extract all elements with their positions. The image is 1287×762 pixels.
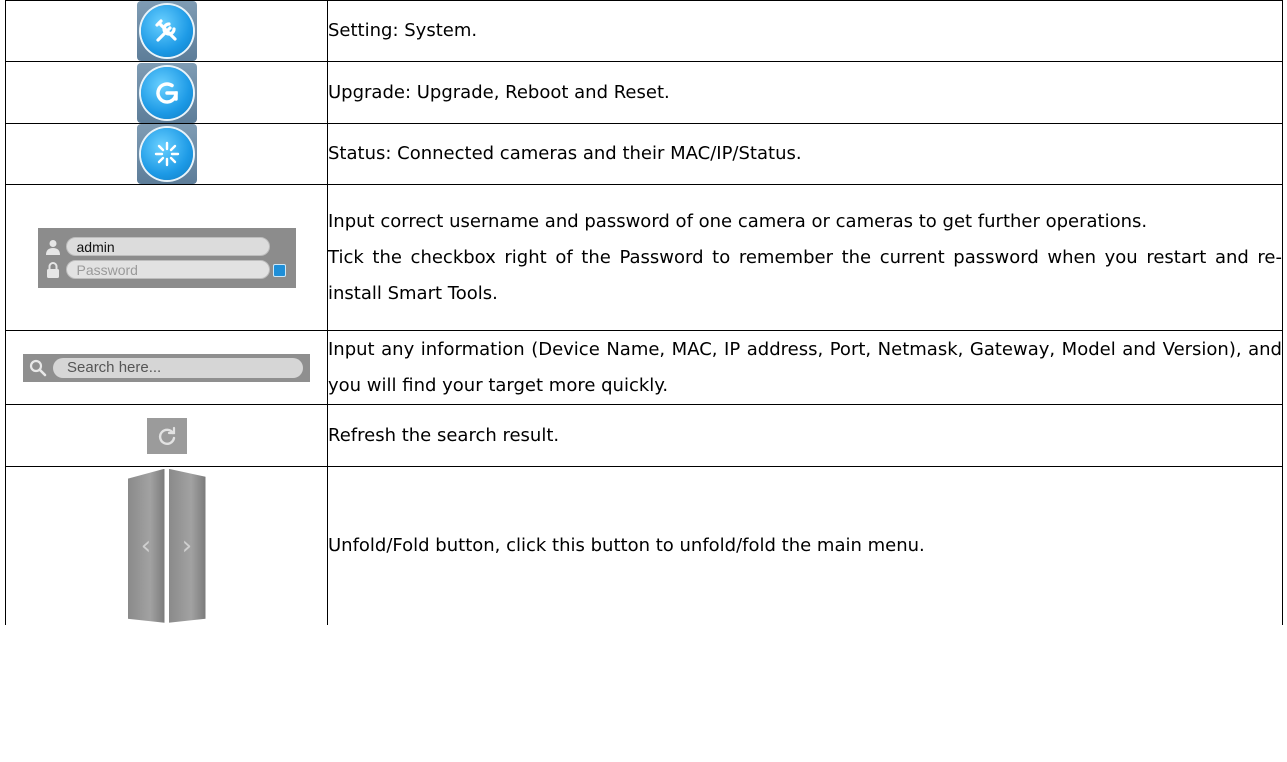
description-text: Status: Connected cameras and their MAC/… [328, 143, 802, 164]
login-widget: admin Password [37, 227, 296, 288]
user-icon [45, 239, 60, 255]
table-row: Search here... Input any information (De… [5, 330, 1283, 405]
table-row: admin Password Input correct username an… [5, 184, 1283, 331]
description-cell: Input any information (Device Name, MAC,… [327, 330, 1283, 405]
settings-button[interactable] [136, 1, 197, 61]
description-text: Setting: System. [328, 20, 478, 41]
description-text: Refresh the search result. [328, 424, 560, 446]
description-cell: Refresh the search result. [327, 404, 1283, 467]
password-input[interactable]: Password [65, 260, 270, 279]
icon-cell [5, 0, 328, 62]
search-icon [29, 359, 47, 376]
remember-password-checkbox[interactable] [272, 263, 286, 277]
table-row: ‹ › Unfold/Fold button, click this butto… [5, 466, 1283, 625]
description-cell: Upgrade: Upgrade, Reboot and Reset. [327, 61, 1283, 124]
refresh-icon [158, 426, 175, 445]
icon-cell: Search here... [5, 330, 328, 405]
tools-icon [140, 5, 193, 57]
upgrade-icon [140, 66, 193, 119]
table-row: Setting: System. [5, 0, 1283, 62]
search-widget: Search here... [23, 353, 310, 382]
table-row: Status: Connected cameras and their MAC/… [5, 123, 1283, 185]
status-icon [140, 128, 193, 180]
unfold-button[interactable]: ‹ [128, 469, 165, 623]
search-input[interactable]: Search here... [53, 357, 303, 378]
description-cell: Setting: System. [327, 0, 1283, 62]
username-input[interactable]: admin [65, 237, 270, 256]
fold-button[interactable]: › [169, 469, 206, 623]
refresh-button[interactable] [146, 417, 187, 454]
table-row: Refresh the search result. [5, 404, 1283, 467]
icon-cell: ‹ › [5, 466, 328, 625]
description-cell: Status: Connected cameras and their MAC/… [327, 123, 1283, 185]
password-row: Password [46, 259, 270, 281]
icon-cell: admin Password [5, 184, 328, 331]
description-cell: Unfold/Fold button, click this button to… [327, 466, 1283, 625]
icon-cell [5, 404, 328, 467]
table-row: Upgrade: Upgrade, Reboot and Reset. [5, 61, 1283, 124]
icon-cell [5, 61, 328, 124]
description-text: Upgrade: Upgrade, Reboot and Reset. [328, 81, 670, 103]
lock-icon [46, 261, 59, 278]
description-text: Input any information (Device Name, MAC,… [328, 338, 1282, 396]
description-text: Unfold/Fold button, click this button to… [328, 534, 925, 556]
description-text: Input correct username and password of o… [328, 210, 1148, 232]
status-button[interactable] [136, 124, 197, 184]
upgrade-button[interactable] [136, 62, 197, 123]
username-row: admin [45, 236, 270, 258]
fold-buttons: ‹ › [128, 469, 206, 623]
chevron-left-icon: ‹ [140, 530, 152, 561]
chevron-right-icon: › [181, 530, 193, 561]
description-text: Tick the checkbox right of the Password … [328, 246, 1282, 304]
description-cell: Input correct username and password of o… [327, 184, 1283, 331]
icon-cell [5, 123, 328, 185]
feature-table: Setting: System. Upgrade: Upgrade, Reboo… [5, 0, 1283, 625]
